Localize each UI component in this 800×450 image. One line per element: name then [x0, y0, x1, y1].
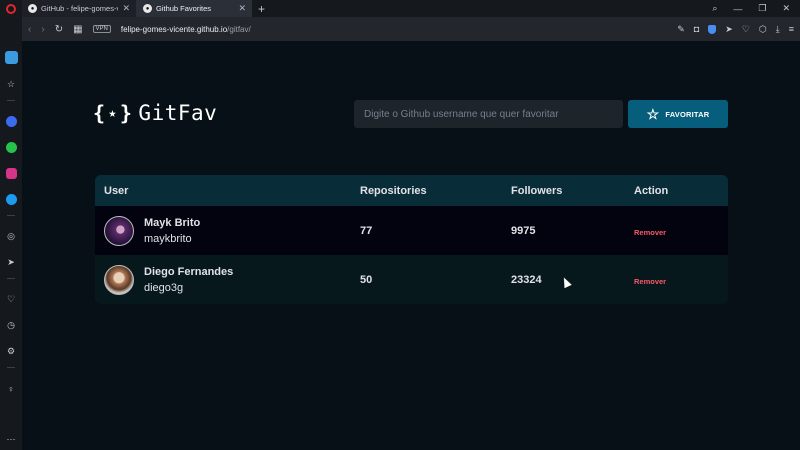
- brace-icon: }: [119, 101, 133, 125]
- sidebar-divider: [7, 278, 15, 279]
- send-icon[interactable]: ➤: [725, 24, 733, 35]
- user-cell: Mayk Brito maykbrito: [95, 215, 360, 246]
- avatar[interactable]: [104, 264, 134, 295]
- star-outline-icon: ☆: [646, 106, 660, 122]
- more-icon[interactable]: ⋯: [6, 434, 17, 445]
- table-row: Mayk Brito maykbrito 77 9975 Remover: [95, 206, 728, 255]
- user-login: diego3g: [144, 281, 184, 294]
- messenger-icon[interactable]: [5, 116, 17, 127]
- browser-tab-bar: ● GitHub - felipe-gomes-vice ✕ ● Github …: [0, 0, 800, 17]
- instagram-icon[interactable]: [5, 168, 17, 179]
- table-row: Diego Fernandes diego3g 50 23324 Remover: [95, 255, 728, 304]
- user-name: Mayk Brito: [144, 216, 201, 229]
- sidebar-divider: [7, 215, 15, 216]
- search-tabs-icon[interactable]: ⌕: [712, 3, 717, 14]
- header-repositories: Repositories: [360, 184, 427, 197]
- remove-button[interactable]: Remover: [634, 277, 666, 286]
- heart-icon[interactable]: ♡: [742, 24, 750, 35]
- speed-dial-icon[interactable]: ▦: [73, 24, 82, 35]
- edit-icon[interactable]: ✎: [677, 24, 685, 35]
- tab-title: GitHub - felipe-gomes-vice: [41, 4, 118, 13]
- header-action: Action: [634, 184, 669, 197]
- close-window-icon[interactable]: ✕: [782, 3, 790, 14]
- tab-github-repo[interactable]: ● GitHub - felipe-gomes-vice ✕: [22, 0, 137, 17]
- close-tab-icon[interactable]: ✕: [122, 3, 130, 14]
- twitter-icon[interactable]: [5, 194, 17, 205]
- player-icon[interactable]: ◎: [6, 231, 17, 242]
- sidebar-divider: [7, 367, 15, 368]
- whatsapp-icon[interactable]: [5, 142, 17, 153]
- header-followers: Followers: [511, 184, 563, 197]
- brace-icon: {: [93, 101, 106, 125]
- home-icon[interactable]: [4, 51, 18, 64]
- user-name: Diego Fernandes: [144, 265, 234, 278]
- repositories-count: 77: [360, 224, 373, 237]
- user-login: maykbrito: [144, 232, 192, 245]
- lightbulb-icon[interactable]: ♀: [6, 383, 17, 394]
- address-bar-actions: ✎ ◘ ➤ ♡ ⬡ ⤓ ≡: [677, 24, 794, 35]
- minimize-icon[interactable]: —: [733, 4, 742, 14]
- url-path: /gitfav/: [227, 24, 251, 34]
- search-box: [354, 100, 623, 128]
- download-icon[interactable]: ⤓: [776, 24, 780, 35]
- repositories-count: 50: [360, 273, 373, 286]
- avatar[interactable]: [104, 215, 134, 246]
- back-icon[interactable]: ‹: [28, 24, 31, 35]
- easy-setup-icon[interactable]: ≡: [789, 24, 794, 34]
- heart-icon[interactable]: ♡: [6, 294, 17, 305]
- forward-icon[interactable]: ›: [41, 24, 44, 35]
- window-controls: ⌕ — ❐ ✕: [712, 3, 800, 14]
- send-icon[interactable]: ➤: [6, 257, 17, 268]
- reload-icon[interactable]: ↻: [55, 24, 63, 35]
- followers-count: 9975: [511, 224, 536, 237]
- browser-sidebar: ☆ ◎ ➤ ♡ ◷ ⚙ ♀ ⋯: [0, 17, 22, 450]
- username-search-input[interactable]: [364, 108, 613, 120]
- star-icon: ★: [108, 105, 117, 121]
- adblock-shield-icon[interactable]: [708, 24, 717, 34]
- star-icon[interactable]: ☆: [6, 79, 17, 90]
- history-icon[interactable]: ◷: [6, 320, 17, 331]
- sidebar-divider: [7, 100, 15, 101]
- url-host: felipe-gomes-vicente.github.io: [120, 24, 228, 34]
- favorite-button[interactable]: ☆ FAVORITAR: [628, 100, 728, 128]
- followers-count: 23324: [511, 273, 542, 286]
- address-bar: ‹ › ↻ ▦ VPN felipe-gomes-vicente.github.…: [22, 17, 800, 41]
- close-tab-icon[interactable]: ✕: [238, 3, 246, 14]
- logo-text: GitFav: [138, 101, 218, 125]
- opera-menu-icon[interactable]: [0, 0, 22, 17]
- header-user: User: [104, 184, 129, 197]
- favorite-button-label: FAVORITAR: [665, 109, 710, 119]
- settings-icon[interactable]: ⚙: [6, 346, 17, 357]
- box-icon[interactable]: ⬡: [759, 24, 767, 35]
- favorites-table: User Repositories Followers Action Mayk …: [95, 175, 728, 304]
- vpn-badge[interactable]: VPN: [92, 25, 111, 33]
- user-cell: Diego Fernandes diego3g: [95, 264, 360, 295]
- tab-title: Github Favorites: [156, 4, 212, 13]
- table-header: User Repositories Followers Action: [95, 175, 728, 206]
- app-logo: { ★ } GitFav: [93, 101, 217, 125]
- github-icon: ●: [143, 4, 152, 13]
- new-tab-button[interactable]: +: [252, 2, 271, 16]
- github-icon: ●: [28, 4, 37, 13]
- tab-github-favorites[interactable]: ● Github Favorites ✕: [137, 0, 252, 17]
- camera-icon[interactable]: ◘: [694, 24, 699, 34]
- page: { ★ } GitFav ☆ FAVORITAR User Repositori…: [22, 41, 800, 450]
- remove-button[interactable]: Remover: [634, 228, 666, 237]
- restore-icon[interactable]: ❐: [758, 3, 766, 14]
- url-field[interactable]: felipe-gomes-vicente.github.io/gitfav/: [121, 25, 251, 34]
